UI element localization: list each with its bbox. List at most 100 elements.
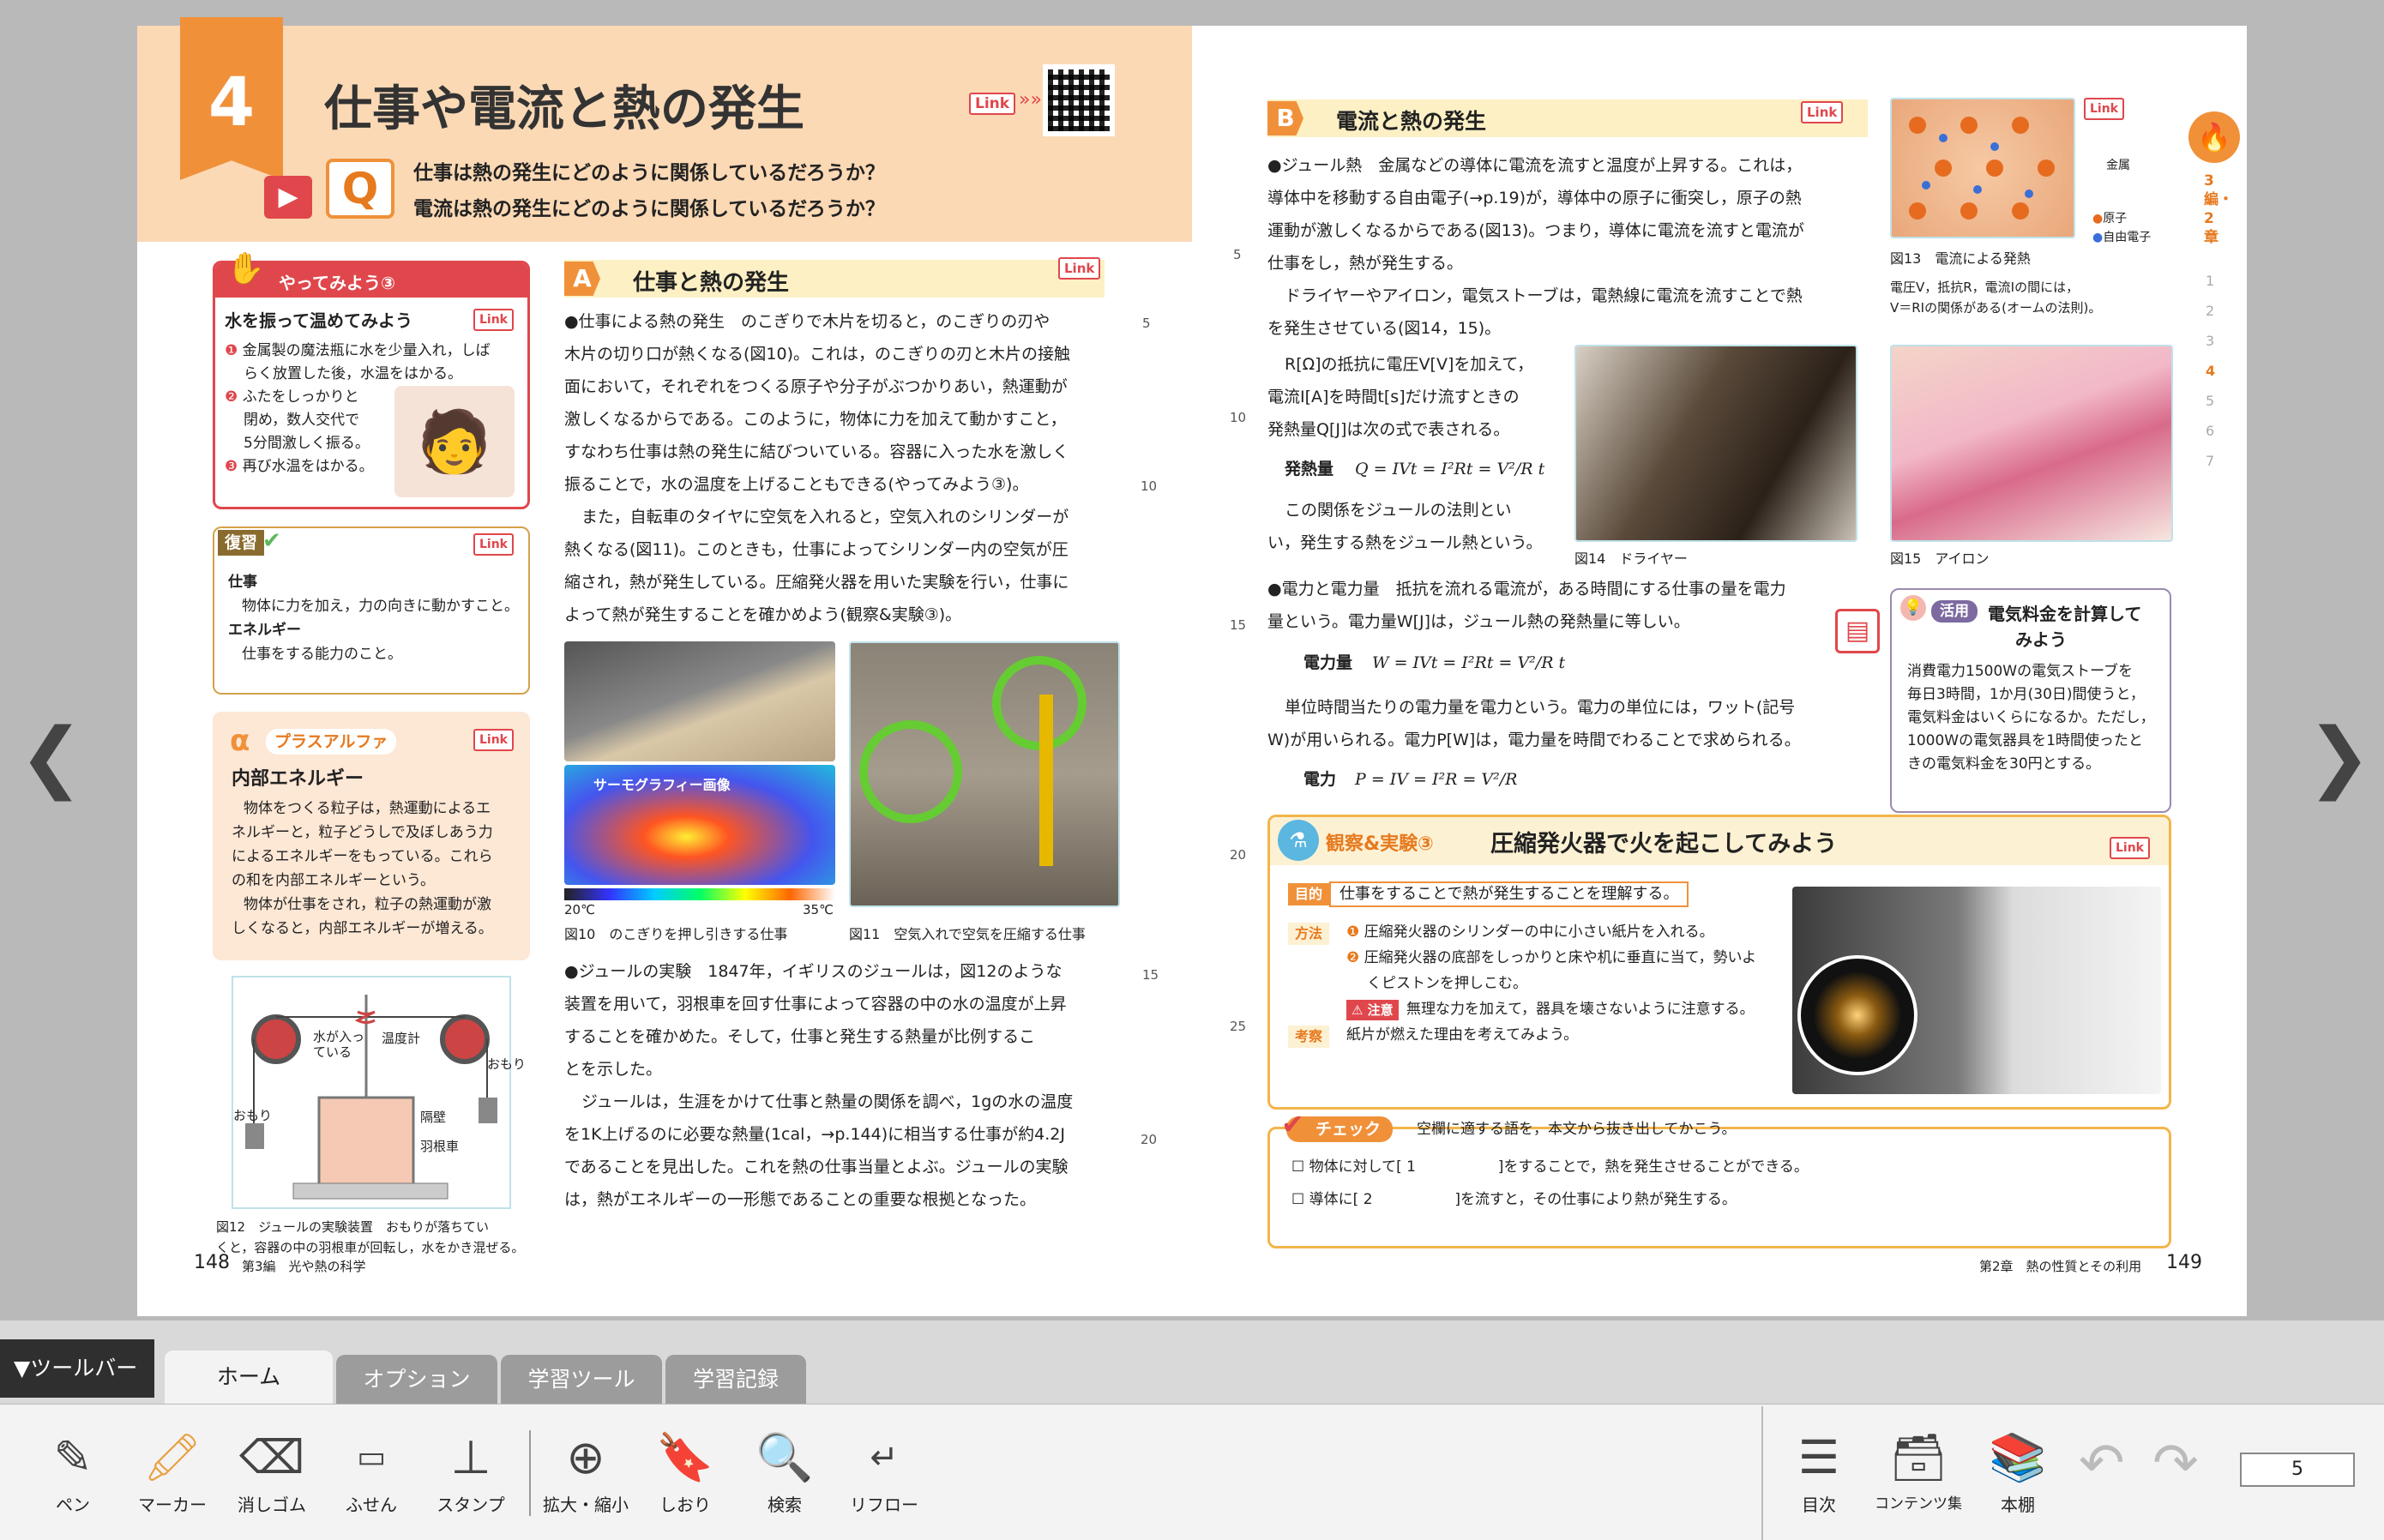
pen-tool[interactable]: ✎ ペン: [26, 1428, 120, 1516]
qr-code-icon[interactable]: [1043, 64, 1115, 136]
body-text: すなわち仕事は熱の発生に結びついている。容器に入った水を激しく: [564, 442, 1069, 461]
tab-options[interactable]: オプション: [336, 1355, 497, 1404]
toolbar-divider: [1761, 1406, 1763, 1540]
line-number: 10: [1141, 478, 1158, 494]
section-b-title: 電流と熱の発生: [1336, 109, 1487, 134]
link-button[interactable]: Link: [1058, 257, 1101, 280]
fig13-note: 電圧V，抵抗R，電流Iの間には，: [1890, 280, 2080, 295]
check-prompt: 空欄に適する語を，本文から抜き出してかこう。: [1417, 1121, 1737, 1138]
zoom-tool[interactable]: ⊕ 拡大・縮小: [539, 1428, 633, 1516]
think-tag: 考察: [1288, 1026, 1330, 1048]
notes-icon[interactable]: ▤: [1835, 609, 1880, 653]
toc-tool[interactable]: ☰ 目次: [1772, 1428, 1866, 1516]
stamp-tool[interactable]: ⊥ スタンプ: [424, 1428, 518, 1516]
sticky-note-tool[interactable]: ▭ ふせん: [324, 1428, 418, 1516]
search-icon: 🔍: [756, 1430, 814, 1484]
plus-alpha-text: によるエネルギーをもっている。これら: [232, 848, 493, 865]
review-def: 仕事をする能力のこと。: [242, 646, 402, 663]
contents-icon: 🗃: [1888, 1430, 1948, 1484]
side-nav-number[interactable]: 1: [2206, 273, 2214, 289]
body-text: であることを見出した。これを熱の仕事当量とよぶ。ジュールの実験: [564, 1158, 1069, 1176]
fig11-caption: 図11 空気入れで空気を圧縮する仕事: [849, 926, 1086, 942]
body-text: 運動が激しくなるからである(図13)。つまり，導体に電流を流すと電流が: [1267, 221, 1804, 240]
side-nav-number-active[interactable]: 4: [2206, 363, 2215, 379]
caution-text: 無理な力を加えて，器具を壊さないように注意する。: [1406, 1001, 1755, 1018]
check-item[interactable]: ☐ 導体に[ 2 ]を流すと，その仕事により熱が発生する。: [1291, 1188, 1737, 1212]
bicycle-pump-photo: [849, 641, 1120, 907]
saw-photo: [564, 641, 835, 761]
plus-alpha-head: 内部エネルギー: [232, 768, 364, 790]
bookmark-tool[interactable]: 🔖 しおり: [638, 1428, 732, 1516]
review-term: 仕事: [228, 574, 257, 591]
bookmark-icon: 🔖: [656, 1430, 714, 1484]
application-text: きの電気料金を30円とする。: [1907, 755, 2101, 773]
reflow-tool[interactable]: ↵ リフロー: [837, 1428, 931, 1516]
application-text: 消費電力1500Wの電気ストーブを: [1907, 663, 2134, 680]
bookshelf-tool[interactable]: 📚 本棚: [1971, 1428, 2065, 1516]
reflow-icon: ↵: [870, 1438, 899, 1477]
line-number: 25: [1230, 1019, 1247, 1034]
fig12-label-weight: おもり: [233, 1108, 273, 1123]
toolbar-toggle[interactable]: ▼ツールバー: [0, 1339, 154, 1398]
line-number: 10: [1230, 410, 1247, 425]
compression-igniter-photo: [1792, 887, 2161, 1094]
prev-page-arrow-icon[interactable]: ❮: [19, 719, 83, 796]
next-page-arrow-icon[interactable]: ❯: [2307, 719, 2371, 796]
body-text: ●電力と電力量 抵抗を流れる電流が，ある時間にする仕事の量を電力: [1267, 580, 1786, 599]
fig13-note: V＝RIの関係がある(オームの法則)。: [1890, 300, 2102, 316]
step-text: ❷ ふたをしっかりと: [225, 388, 359, 406]
side-nav-number[interactable]: 2: [2206, 303, 2214, 319]
chevrons-icon: »»: [1019, 89, 1042, 111]
formula-label: 電力: [1303, 770, 1337, 789]
application-text: 毎日3時間，1か月(30日)間使うと，: [1907, 686, 2145, 703]
link-button[interactable]: Link: [473, 533, 514, 556]
question-2: 電流は熱の発生にどのように関係しているだろうか？: [413, 198, 885, 220]
fig13-legend-metal: 金属: [2106, 159, 2130, 172]
video-icon[interactable]: ▶: [264, 176, 312, 219]
page-number-input[interactable]: 5: [2240, 1453, 2355, 1487]
side-nav-number[interactable]: 5: [2206, 393, 2214, 409]
link-button[interactable]: Link: [2110, 837, 2150, 859]
fig12-caption: 図12 ジュールの実験装置 おもりが落ちてい: [216, 1219, 490, 1235]
plus-alpha-text: 物体が仕事をされ，粒子の熱運動が激: [244, 896, 491, 913]
link-button[interactable]: Link: [473, 729, 514, 751]
link-button[interactable]: Link: [2084, 98, 2124, 120]
eraser-tool[interactable]: ⌫ 消しゴム: [225, 1428, 319, 1516]
review-term: エネルギー: [228, 622, 301, 639]
body-text: ●仕事による熱の発生 のこぎりで木片を切ると，のこぎりの刃や: [564, 312, 1051, 331]
side-nav-number[interactable]: 7: [2206, 453, 2214, 469]
eraser-icon: ⌫: [238, 1430, 305, 1484]
body-text: ジュールは，生涯をかけて仕事と熱量の関係を調べ，1gの水の温度: [581, 1092, 1074, 1111]
plus-alpha-text: 物体をつくる粒子は，熱運動によるエ: [244, 800, 491, 817]
redo-icon[interactable]: ↷: [2152, 1432, 2199, 1495]
method-step: くピストンを押しこむ。: [1367, 975, 1527, 992]
tab-home[interactable]: ホーム: [165, 1351, 333, 1404]
iron-photo: [1890, 345, 2173, 542]
contents-tool[interactable]: 🗃 コンテンツ集: [1871, 1428, 1966, 1513]
stamp-icon: ⊥: [450, 1430, 491, 1484]
search-tool[interactable]: 🔍 検索: [737, 1428, 832, 1516]
goal-text: 仕事をすることで熱が発生することを理解する。: [1329, 881, 1689, 907]
zoom-in-icon: ⊕: [566, 1430, 605, 1484]
alpha-icon: α: [230, 724, 250, 758]
tab-study-tools[interactable]: 学習ツール: [501, 1355, 662, 1404]
link-button[interactable]: Link: [473, 309, 514, 331]
thermo-min: 20℃: [564, 902, 595, 917]
section-a-title: 仕事と熱の発生: [633, 270, 790, 296]
undo-icon[interactable]: ↶: [2079, 1432, 2125, 1495]
step-text: 閉め，数人交代で: [244, 412, 360, 429]
marker-tool[interactable]: 🖍 マーカー: [125, 1428, 220, 1516]
tab-study-record[interactable]: 学習記録: [665, 1355, 806, 1404]
line-number: 15: [1142, 967, 1159, 983]
side-nav-number[interactable]: 6: [2206, 423, 2214, 439]
body-text: 装置を用いて，羽根車を回す仕事によって容器の中の水の温度が上昇: [564, 995, 1067, 1014]
side-nav-number[interactable]: 3: [2206, 333, 2214, 349]
shaking-student-illustration: 🧑: [394, 386, 515, 497]
experiment-title: 圧縮発火器で火を起こしてみよう: [1490, 831, 1838, 857]
link-button[interactable]: Link: [969, 93, 1016, 115]
check-item[interactable]: ☐ 物体に対して[ 1 ]をすることで，熱を発生させることができる。: [1291, 1156, 1809, 1179]
body-text: また，自転車のタイヤに空気を入れると，空気入れのシリンダーが: [581, 508, 1069, 526]
plus-alpha-title: プラスアルファ: [266, 729, 397, 755]
link-button[interactable]: Link: [1801, 101, 1844, 123]
flame-icon[interactable]: 🔥: [2188, 111, 2240, 163]
